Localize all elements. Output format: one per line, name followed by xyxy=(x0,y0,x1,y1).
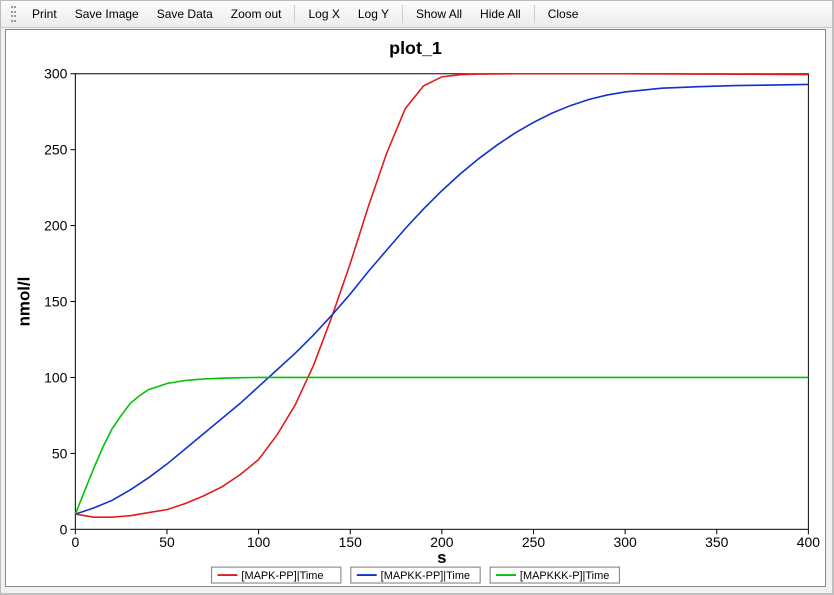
toolbar-separator xyxy=(534,5,535,23)
y-tick-label: 200 xyxy=(44,218,67,234)
toolbar-grip-icon xyxy=(11,6,19,22)
plot-title: plot_1 xyxy=(389,38,442,58)
x-tick-label: 200 xyxy=(430,534,453,550)
y-tick-label: 150 xyxy=(44,294,67,310)
x-tick-label: 250 xyxy=(522,534,545,550)
plot-svg: plot_1 nmol/l s 0 50 100 150 200 250 300 350 400 0 50… xyxy=(6,30,825,586)
x-tick-label: 400 xyxy=(797,534,820,550)
print-button[interactable]: Print xyxy=(24,5,65,23)
show-all-button[interactable]: Show All xyxy=(408,5,470,23)
y-tick-label: 250 xyxy=(44,142,67,158)
y-tick-label: 50 xyxy=(52,445,68,461)
series-line-2 xyxy=(75,377,808,514)
x-tick-label: 50 xyxy=(159,534,175,550)
toolbar: Print Save Image Save Data Zoom out Log … xyxy=(1,1,832,28)
series-line-1 xyxy=(75,84,808,514)
x-tick-label: 0 xyxy=(71,534,79,550)
y-axis-label: nmol/l xyxy=(15,277,34,327)
legend-label: [MAPK-PP]|Time xyxy=(241,570,323,582)
save-image-button[interactable]: Save Image xyxy=(67,5,147,23)
legend-label: [MAPKKK-P]|Time xyxy=(520,570,609,582)
close-button[interactable]: Close xyxy=(540,5,587,23)
plot-window: Print Save Image Save Data Zoom out Log … xyxy=(0,0,834,595)
toolbar-separator xyxy=(402,5,403,23)
plot-area[interactable]: plot_1 nmol/l s 0 50 100 150 200 250 300 350 400 0 50… xyxy=(5,29,826,587)
x-tick-label: 150 xyxy=(339,534,362,550)
x-tick-label: 300 xyxy=(614,534,637,550)
x-tick-label: 350 xyxy=(705,534,728,550)
y-tick-label: 0 xyxy=(60,521,68,537)
y-tick-label: 100 xyxy=(44,369,67,385)
log-y-button[interactable]: Log Y xyxy=(350,5,397,23)
log-x-button[interactable]: Log X xyxy=(300,5,347,23)
hide-all-button[interactable]: Hide All xyxy=(472,5,529,23)
plot-frame xyxy=(75,74,808,530)
series-line-0 xyxy=(75,74,808,517)
zoom-out-button[interactable]: Zoom out xyxy=(223,5,290,23)
y-tick-label: 300 xyxy=(44,66,67,82)
legend-label: [MAPKK-PP]|Time xyxy=(381,570,470,582)
toolbar-separator xyxy=(294,5,295,23)
save-data-button[interactable]: Save Data xyxy=(149,5,221,23)
x-tick-label: 100 xyxy=(247,534,270,550)
x-axis-label: s xyxy=(437,548,446,567)
